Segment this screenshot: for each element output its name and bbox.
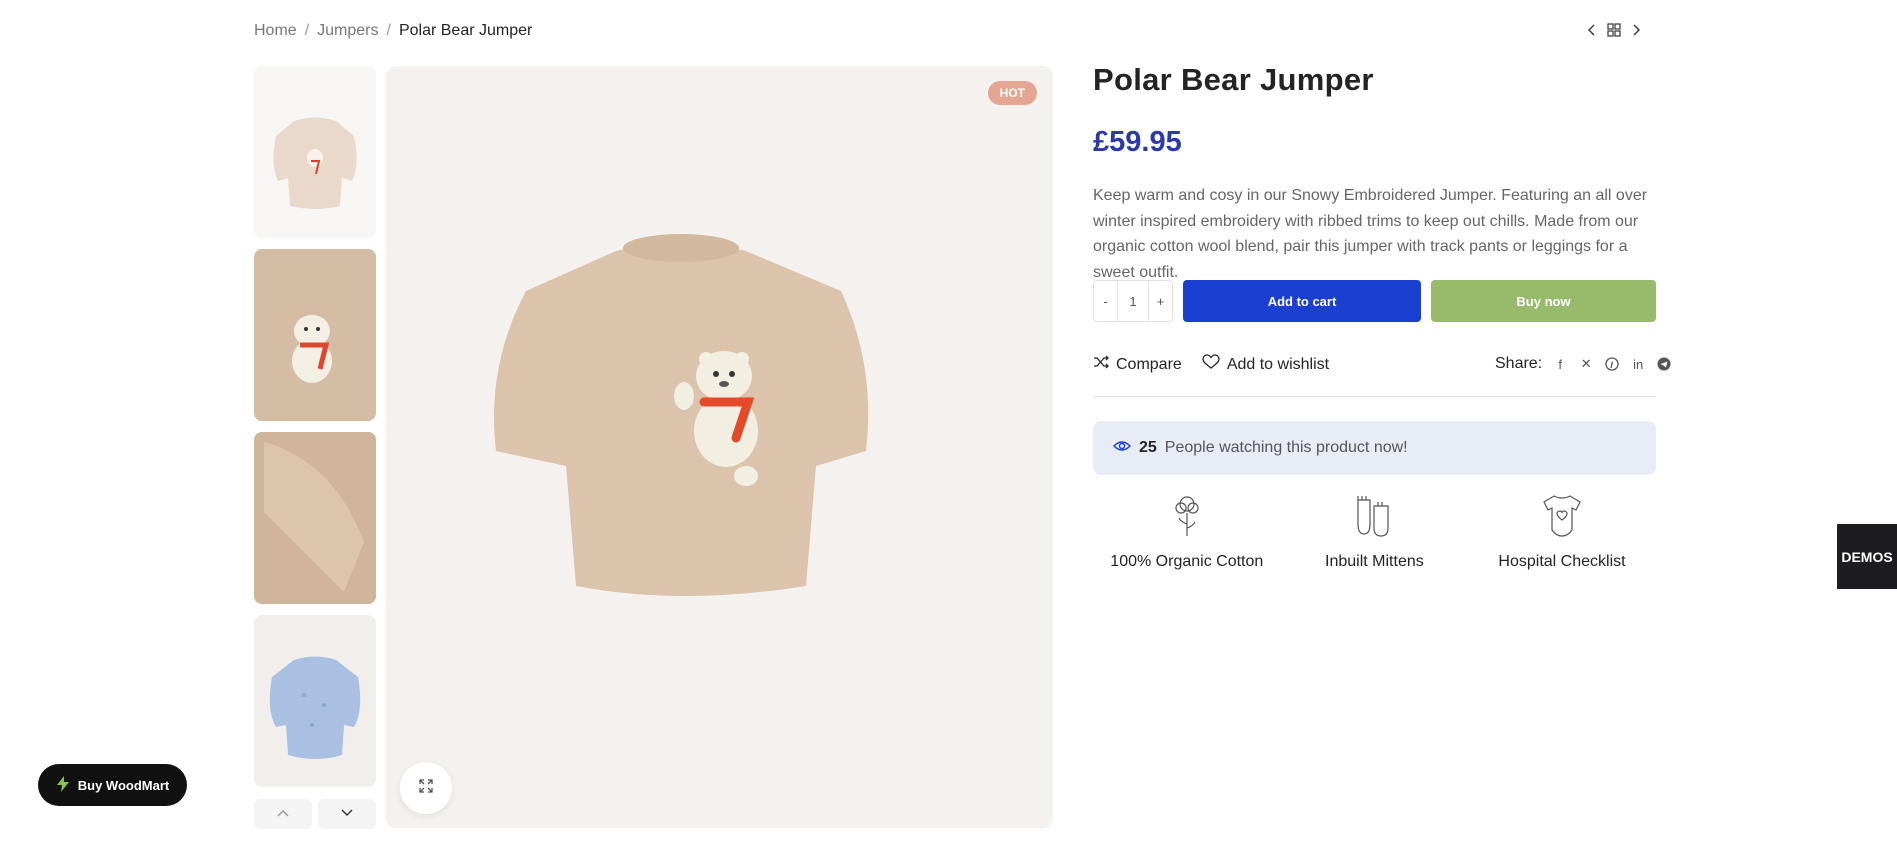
telegram-icon[interactable] [1656, 356, 1672, 372]
product-price: £59.95 [1093, 126, 1182, 158]
heart-icon [1202, 354, 1220, 375]
feature-organic-cotton: 100% Organic Cotton [1093, 494, 1281, 571]
product-title: Polar Bear Jumper [1093, 62, 1374, 97]
product-navigation [1587, 23, 1641, 37]
thumbnail-2[interactable] [254, 249, 376, 421]
share-section: Share: f ✕ in [1495, 355, 1672, 373]
breadcrumb-home[interactable]: Home [254, 22, 297, 40]
quantity-stepper: - 1 + [1093, 280, 1173, 322]
hot-badge: HOT [987, 81, 1037, 105]
zoom-button[interactable] [400, 762, 452, 814]
quantity-minus-button[interactable]: - [1094, 294, 1117, 309]
buy-now-button[interactable]: Buy now [1431, 280, 1656, 322]
expand-icon [418, 778, 434, 799]
breadcrumb-separator: / [304, 22, 310, 39]
compare-link[interactable]: Compare [1093, 355, 1182, 374]
chevron-down-icon [340, 805, 354, 823]
people-watching-banner: 25 People watching this product now! [1093, 421, 1656, 475]
feature-label: Hospital Checklist [1498, 553, 1626, 570]
shuffle-icon [1093, 355, 1109, 374]
quantity-plus-button[interactable]: + [1149, 294, 1172, 309]
thumbnails-up-button[interactable] [254, 799, 312, 829]
main-product-image[interactable]: HOT [386, 66, 1053, 828]
quantity-input[interactable]: 1 [1117, 281, 1149, 321]
product-description: Keep warm and cosy in our Snowy Embroide… [1093, 187, 1648, 281]
chevron-up-icon [276, 805, 290, 823]
wishlist-link[interactable]: Add to wishlist [1202, 354, 1329, 375]
watching-count: 25 [1139, 439, 1157, 456]
thumbnail-3[interactable] [254, 432, 376, 604]
watching-text: People watching this product now! [1164, 439, 1408, 456]
feature-inbuilt-mittens: Inbuilt Mittens [1281, 494, 1469, 571]
breadcrumb-separator: / [386, 22, 391, 39]
demos-button[interactable]: DEMOS [1837, 524, 1897, 589]
thumbnails-down-button[interactable] [318, 799, 376, 829]
feature-label: Inbuilt Mittens [1325, 553, 1424, 570]
facebook-icon[interactable]: f [1552, 356, 1568, 372]
chevron-right-icon[interactable] [1631, 23, 1641, 37]
feature-hospital-checklist: Hospital Checklist [1468, 494, 1656, 571]
sweater-illustration [494, 234, 869, 596]
pinterest-icon[interactable] [1604, 356, 1620, 372]
linkedin-icon[interactable]: in [1630, 356, 1646, 372]
chevron-left-icon[interactable] [1587, 23, 1597, 37]
share-label: Share: [1495, 355, 1543, 372]
mittens-icon [1354, 494, 1394, 543]
product-features: 100% Organic Cotton Inbuilt Mittens Hosp… [1093, 494, 1656, 571]
buy-woodmart-button[interactable]: Buy WoodMart [38, 764, 187, 806]
thumbnail-1[interactable] [254, 66, 376, 238]
x-twitter-icon[interactable]: ✕ [1578, 356, 1594, 372]
buy-woodmart-label: Buy WoodMart [77, 777, 170, 793]
feature-label: 100% Organic Cotton [1110, 553, 1264, 570]
add-to-cart-button[interactable]: Add to cart [1183, 280, 1421, 322]
breadcrumb-category[interactable]: Jumpers [317, 22, 378, 40]
cotton-flower-icon [1171, 494, 1203, 543]
compare-label: Compare [1116, 355, 1182, 373]
grid-icon[interactable] [1607, 23, 1621, 37]
eye-icon [1113, 439, 1131, 457]
thumbnail-4[interactable] [254, 615, 376, 787]
baby-bodysuit-icon [1542, 494, 1582, 543]
lightning-icon [56, 775, 70, 795]
breadcrumb-current: Polar Bear Jumper [398, 22, 533, 39]
divider [1093, 396, 1656, 397]
wishlist-label: Add to wishlist [1226, 355, 1330, 373]
product-actions: Compare Add to wishlist [1093, 354, 1329, 375]
breadcrumb: Home / Jumpers / Polar Bear Jumper [254, 22, 532, 40]
